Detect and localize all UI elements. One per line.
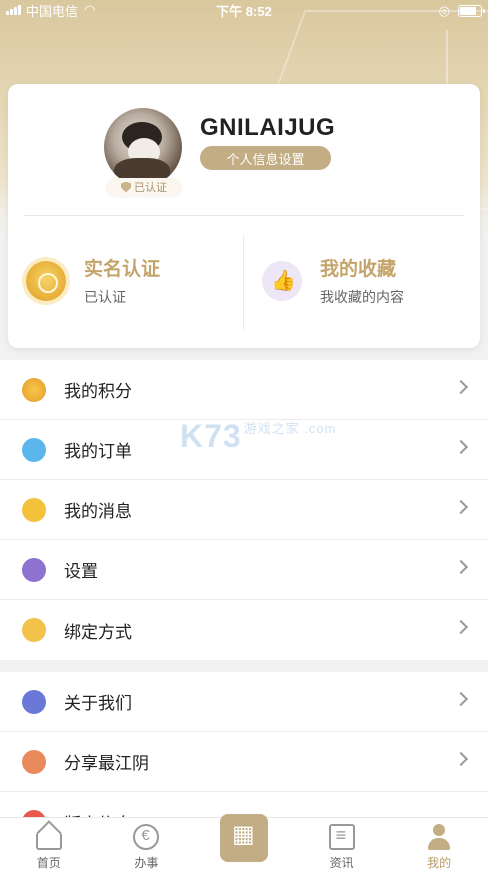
tab-news[interactable]: 资讯 bbox=[293, 818, 391, 871]
verified-label: 已认证 bbox=[134, 182, 167, 194]
tab-scan[interactable] bbox=[195, 814, 293, 871]
verified-badge: 已认证 bbox=[106, 178, 182, 196]
profile-settings-button[interactable]: 个人信息设置 bbox=[200, 146, 331, 170]
menu-item-about[interactable]: 关于我们 bbox=[0, 672, 488, 732]
menu-item-label: 关于我们 bbox=[64, 694, 132, 713]
news-icon bbox=[328, 824, 355, 850]
settings-icon bbox=[22, 557, 46, 582]
profile-card: 已认证 GNILAIJUG 个人信息设置 实名认证 已认证 我的收藏 我收藏的内… bbox=[8, 84, 480, 348]
my-favorites-button[interactable]: 我的收藏 我收藏的内容 bbox=[262, 254, 404, 307]
message-icon bbox=[22, 497, 46, 522]
menu-item-label: 绑定方式 bbox=[64, 622, 132, 642]
menu-item-label: 分享最江阴 bbox=[64, 754, 149, 773]
real-name-auth-button[interactable]: 实名认证 已认证 bbox=[26, 254, 160, 307]
status-time: 下午 8:52 bbox=[216, 4, 272, 19]
divider bbox=[243, 234, 244, 330]
menu-group-account: 我的积分 我的订单 我的消息 设置 绑定方式 bbox=[0, 360, 488, 660]
user-icon bbox=[426, 824, 452, 850]
tab-mine[interactable]: 我的 bbox=[390, 818, 488, 871]
chevron-right-icon bbox=[453, 439, 469, 455]
menu-item-points[interactable]: 我的积分 bbox=[0, 360, 488, 420]
watermark-main: K73 bbox=[180, 418, 242, 454]
tab-service[interactable]: 办事 bbox=[98, 818, 196, 871]
gold-medal-icon bbox=[26, 260, 66, 301]
tab-label: 资讯 bbox=[329, 856, 354, 870]
chevron-right-icon bbox=[453, 751, 469, 767]
home-icon bbox=[35, 834, 62, 850]
menu-item-label: 我的积分 bbox=[64, 382, 132, 401]
menu-item-label: 我的消息 bbox=[64, 502, 132, 521]
status-bar: 中国电信 ◠ 下午 8:52 ◎ bbox=[0, 0, 488, 20]
points-icon bbox=[22, 377, 46, 402]
chevron-right-icon bbox=[453, 379, 469, 395]
menu-item-binding[interactable]: 绑定方式 bbox=[0, 600, 488, 660]
menu-item-settings[interactable]: 设置 bbox=[0, 540, 488, 600]
thumbs-up-icon bbox=[262, 260, 302, 301]
qr-scan-icon bbox=[219, 814, 268, 862]
username: GNILAIJUG bbox=[200, 114, 336, 141]
tab-label: 首页 bbox=[36, 856, 61, 870]
service-icon bbox=[133, 824, 160, 850]
tab-bar: 首页 办事 资讯 我的 bbox=[0, 814, 488, 871]
chevron-right-icon bbox=[453, 559, 469, 575]
feature-title: 我的收藏 bbox=[320, 259, 397, 280]
tab-label: 办事 bbox=[134, 856, 159, 870]
orientation-lock-icon: ◎ bbox=[438, 3, 450, 18]
shield-icon bbox=[121, 181, 131, 193]
chevron-right-icon bbox=[453, 619, 469, 635]
menu-item-label: 设置 bbox=[64, 562, 98, 581]
feature-subtitle: 我收藏的内容 bbox=[320, 289, 404, 305]
menu-item-label: 我的订单 bbox=[64, 442, 132, 461]
bind-icon bbox=[22, 618, 46, 642]
share-icon bbox=[22, 749, 46, 774]
menu-item-messages[interactable]: 我的消息 bbox=[0, 480, 488, 540]
watermark-sub: 游戏之家 .com bbox=[243, 421, 337, 436]
feature-subtitle: 已认证 bbox=[84, 289, 126, 305]
chevron-right-icon bbox=[453, 499, 469, 515]
avatar[interactable] bbox=[104, 108, 182, 186]
feature-title: 实名认证 bbox=[84, 259, 161, 280]
orders-icon bbox=[17, 432, 51, 467]
chevron-right-icon bbox=[453, 691, 469, 707]
menu-item-share[interactable]: 分享最江阴 bbox=[0, 732, 488, 792]
about-icon bbox=[22, 689, 46, 714]
tab-label: 我的 bbox=[427, 856, 452, 870]
divider bbox=[24, 215, 464, 216]
tab-home[interactable]: 首页 bbox=[0, 818, 98, 871]
watermark: K73 游戏之家 .com bbox=[180, 418, 337, 455]
battery-icon bbox=[458, 5, 485, 17]
